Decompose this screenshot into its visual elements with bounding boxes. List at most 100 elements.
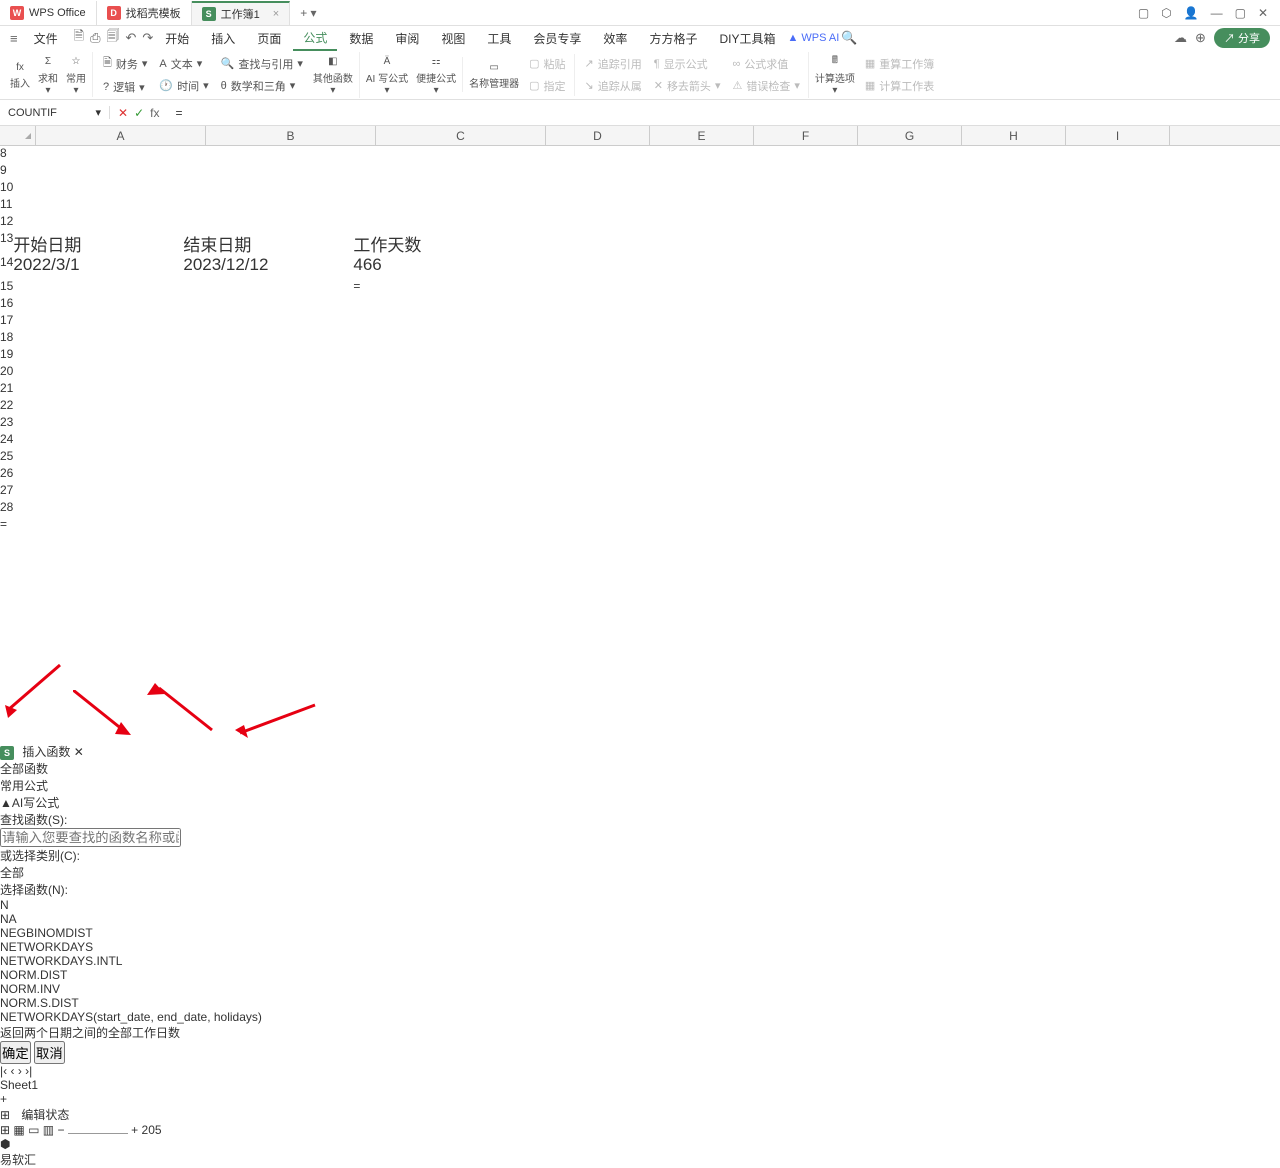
print-icon[interactable]: ⎙ [90,30,100,46]
app-tab[interactable]: W WPS Office [0,1,97,25]
cell[interactable] [523,466,627,483]
cell[interactable] [627,347,731,364]
cell[interactable] [1043,255,1147,279]
cell[interactable]: = [353,279,523,296]
cell[interactable] [939,466,1043,483]
col-header-h[interactable]: H [962,126,1066,145]
search-input[interactable] [0,828,181,847]
tab-all-functions[interactable]: 全部函数 [0,760,1280,777]
cell[interactable] [523,255,627,279]
menu-diy[interactable]: DIY工具箱 [709,27,785,50]
cell[interactable] [523,347,627,364]
cell[interactable] [835,279,939,296]
menu-member[interactable]: 会员专享 [523,27,591,50]
cell[interactable] [523,231,627,255]
col-header-c[interactable]: C [376,126,546,145]
cell[interactable] [939,449,1043,466]
cell[interactable] [1043,313,1147,330]
tab-common-formulas[interactable]: 常用公式 [0,777,1280,794]
cell[interactable] [183,214,353,231]
cell[interactable] [517,146,621,163]
search-icon[interactable]: 🔍 [841,30,857,46]
cell[interactable] [13,330,183,347]
cell[interactable] [1043,415,1147,432]
formula-input[interactable]: = [167,106,1280,120]
cell[interactable] [731,449,835,466]
cell[interactable] [523,449,627,466]
cell[interactable] [731,347,835,364]
cell[interactable] [835,364,939,381]
menu-tools[interactable]: 工具 [477,27,521,50]
col-header-g[interactable]: G [858,126,962,145]
cell[interactable]: 开始日期 [13,231,183,255]
cell[interactable] [353,398,523,415]
cell[interactable] [725,146,829,163]
accept-formula-icon[interactable]: ✓ [134,106,144,120]
cell[interactable] [834,197,938,214]
cell[interactable] [1043,296,1147,313]
cell[interactable] [522,197,626,214]
cell[interactable] [523,364,627,381]
cell[interactable] [523,313,627,330]
cell[interactable] [627,231,731,255]
cell[interactable] [939,180,1043,197]
cell[interactable] [627,449,731,466]
cell[interactable]: 2022/3/1 [13,255,183,279]
sheet-nav-next[interactable]: › [18,1064,22,1078]
cell[interactable] [835,466,939,483]
cancel-button[interactable]: 取消 [34,1041,65,1064]
row-header[interactable]: 12 [0,214,13,231]
cell[interactable] [1043,398,1147,415]
menu-start[interactable]: 开始 [155,27,199,50]
cell[interactable] [347,163,517,180]
dialog-titlebar[interactable]: S 插入函数 ✕ [0,743,1280,760]
menu-review[interactable]: 审阅 [385,27,429,50]
autosum-button[interactable]: Σ求和▾ [36,52,60,98]
list-item[interactable]: NETWORKDAYS.INTL [0,954,1280,968]
logic-button[interactable]: ?逻辑▾ [99,77,151,97]
cell[interactable] [13,381,183,398]
cell[interactable] [1043,483,1147,500]
cell[interactable] [835,415,939,432]
active-cell[interactable]: = [0,517,1280,531]
cell[interactable] [731,500,835,517]
cell[interactable] [523,500,627,517]
cell[interactable] [353,381,523,398]
cell[interactable] [1043,364,1147,381]
zoom-slider[interactable] [68,1133,128,1134]
cell[interactable] [835,449,939,466]
close-tab-icon[interactable]: × [273,8,279,20]
add-sheet-button[interactable]: + [0,1092,7,1106]
cell[interactable] [627,313,731,330]
col-header-e[interactable]: E [650,126,754,145]
row-header[interactable]: 11 [0,197,12,214]
row-header[interactable]: 22 [0,398,13,415]
menu-data[interactable]: 数据 [339,27,383,50]
cell[interactable] [13,279,183,296]
fx-icon-small[interactable]: fx [150,106,159,120]
avatar-icon[interactable]: 👤 [1184,6,1199,20]
col-header-b[interactable]: B [206,126,376,145]
cell[interactable] [1043,347,1147,364]
sheet-nav-first[interactable]: |‹ [0,1064,7,1078]
cell[interactable] [835,330,939,347]
cell[interactable] [13,347,183,364]
cell[interactable] [627,180,731,197]
cell[interactable] [523,398,627,415]
cell[interactable] [1043,231,1147,255]
cell[interactable] [731,381,835,398]
cell[interactable] [523,279,627,296]
cell[interactable] [183,279,353,296]
cell[interactable] [353,180,523,197]
row-header[interactable]: 14 [0,255,13,279]
zoom-out-icon[interactable]: − [57,1123,64,1137]
cell[interactable] [353,330,523,347]
cell[interactable] [627,296,731,313]
cell[interactable] [627,214,731,231]
cell[interactable]: 结束日期 [183,231,353,255]
cell[interactable] [731,483,835,500]
row-header[interactable]: 13 [0,231,13,255]
cell[interactable] [627,279,731,296]
cell[interactable] [939,364,1043,381]
cell[interactable] [829,163,933,180]
